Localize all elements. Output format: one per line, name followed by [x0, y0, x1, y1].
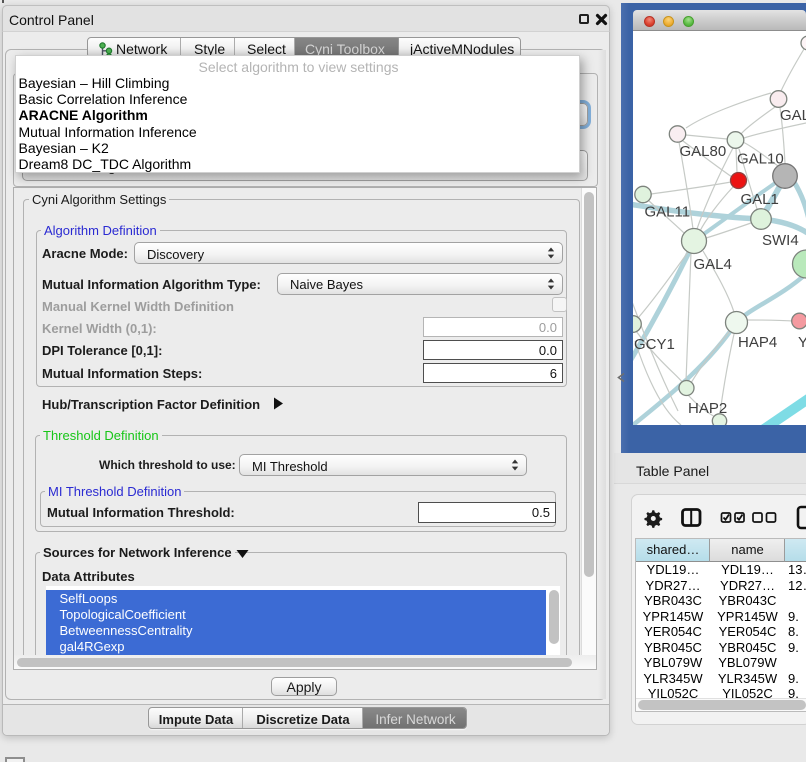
svg-text:GAL1: GAL1: [741, 191, 779, 208]
svg-text:HAP4: HAP4: [738, 334, 777, 351]
svg-text:GAL11: GAL11: [645, 204, 691, 221]
svg-text:Y: Y: [798, 334, 806, 351]
svg-text:GAL4: GAL4: [694, 256, 732, 273]
svg-text:SWI4: SWI4: [762, 232, 799, 249]
svg-text:GAL7: GAL7: [780, 107, 806, 124]
svg-text:GAL80: GAL80: [680, 143, 727, 160]
svg-text:GCY1: GCY1: [634, 336, 675, 353]
svg-text:HAP2: HAP2: [688, 400, 727, 417]
svg-text:GAL10: GAL10: [737, 151, 784, 168]
